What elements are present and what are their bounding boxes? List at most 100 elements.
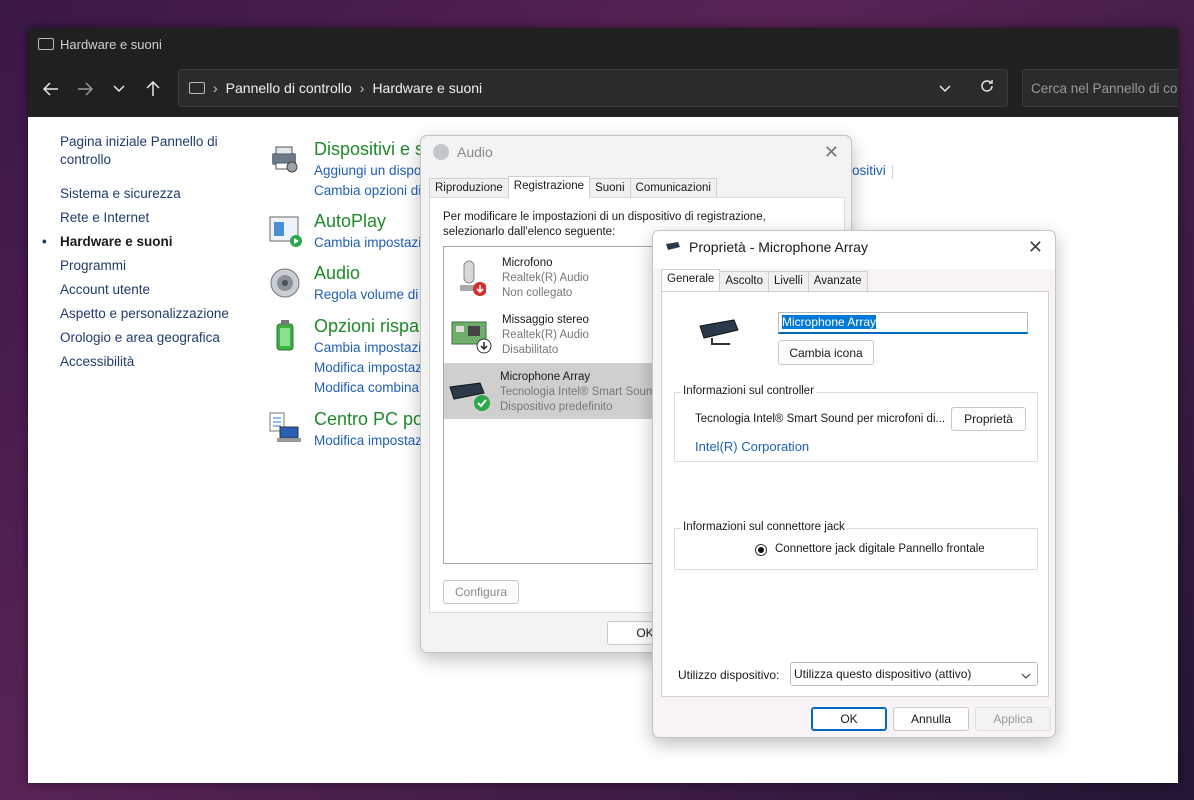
device-driver: Realtek(R) Audio (502, 272, 589, 284)
chevron-down-icon[interactable] (102, 72, 136, 106)
list-item-selected[interactable]: Microphone Array Tecnologia Intel® Smart… (444, 363, 662, 419)
autoplay-icon (268, 213, 302, 247)
properties-tabs: Generale Ascolto Livelli Avanzate (653, 269, 868, 291)
device-name: Missaggio stereo (502, 314, 589, 326)
jack-group-label: Informazioni sul connettore jack (681, 521, 847, 533)
sidebar-item-network[interactable]: Rete e Internet (60, 209, 240, 227)
category-link[interactable]: ositivi (852, 163, 886, 178)
webcam-icon (448, 375, 492, 415)
audio-tabs: Riproduzione Registrazione Suoni Comunic… (421, 176, 851, 198)
sound-card-icon (450, 316, 494, 356)
chevron-right-icon: › (213, 80, 218, 96)
tab-recording[interactable]: Registrazione (507, 176, 591, 198)
manufacturer-link[interactable]: Intel(R) Corporation (695, 439, 809, 454)
sidebar-item-system[interactable]: Sistema e sicurezza (60, 185, 240, 203)
category-link[interactable]: Modifica combina (314, 380, 419, 395)
arrow-right-icon[interactable] (68, 72, 102, 106)
arrow-left-icon[interactable] (34, 72, 68, 106)
category-link[interactable]: Aggiungi un dispo (314, 163, 421, 178)
list-item[interactable]: Microfono Realtek(R) Audio Non collegato (446, 249, 666, 305)
webcam-icon (698, 318, 742, 351)
device-status: Dispositivo predefinito (500, 401, 613, 413)
webcam-icon (665, 239, 681, 255)
properties-button[interactable]: Proprietà (951, 407, 1026, 431)
cancel-button[interactable]: Annulla (893, 707, 969, 731)
sidebar-item-home[interactable]: Pagina iniziale Pannello di controllo (60, 133, 240, 169)
device-list[interactable]: Microfono Realtek(R) Audio Non collegato… (443, 246, 663, 564)
category-link[interactable]: Cambia opzioni di (314, 183, 421, 198)
device-name-value: Microphone Array (782, 315, 877, 329)
tab-playback[interactable]: Riproduzione (429, 178, 509, 198)
speaker-icon (268, 265, 302, 299)
category-link[interactable]: Modifica impostaz (314, 360, 422, 375)
properties-title-bar: Proprietà - Microphone Array ✕ (653, 231, 1055, 263)
configure-button[interactable]: Configura (443, 580, 519, 604)
close-icon[interactable]: ✕ (1028, 237, 1043, 258)
device-name: Microfono (502, 257, 553, 269)
tab-sounds[interactable]: Suoni (589, 178, 631, 198)
close-icon[interactable]: ✕ (824, 142, 839, 163)
controller-group: Informazioni sul controller Tecnologia I… (674, 385, 1038, 462)
controller-group-label: Informazioni sul controller (681, 385, 817, 397)
battery-icon (268, 318, 302, 352)
tab-advanced[interactable]: Avanzate (807, 271, 868, 291)
chevron-right-icon: › (359, 80, 365, 96)
device-status: Disabilitato (502, 344, 559, 356)
category-link[interactable]: Modifica impostaz (314, 433, 422, 448)
breadcrumb-control-panel[interactable]: Pannello di controllo (226, 80, 352, 96)
refresh-icon[interactable] (979, 78, 995, 97)
device-name-input[interactable]: Microphone Array (778, 312, 1028, 334)
device-name: Microphone Array (500, 371, 591, 383)
sidebar-item-accounts[interactable]: Account utente (60, 281, 240, 299)
speaker-icon (433, 144, 449, 160)
link-separator (892, 165, 893, 179)
title-bar: Hardware e suoni (28, 28, 1178, 60)
tab-listen[interactable]: Ascolto (719, 271, 770, 291)
jack-group: Informazioni sul connettore jack Connett… (674, 521, 1038, 570)
tab-levels[interactable]: Livelli (768, 271, 809, 291)
sidebar-item-hardware[interactable]: Hardware e suoni (42, 233, 240, 251)
category-link[interactable]: Regola volume di (314, 287, 418, 302)
control-panel-icon (189, 82, 205, 94)
sidebar: Pagina iniziale Pannello di controllo Si… (42, 133, 240, 377)
address-bar[interactable]: › Pannello di controllo › Hardware e suo… (178, 69, 1008, 107)
sidebar-item-clock[interactable]: Orologio e area geografica (60, 329, 240, 347)
chevron-down-icon (1021, 669, 1031, 683)
sidebar-item-programs[interactable]: Programmi (60, 257, 240, 275)
device-driver: Tecnologia Intel® Smart Sound (500, 386, 659, 398)
category-link[interactable]: Cambia impostazi (314, 235, 421, 250)
controller-name: Tecnologia Intel® Smart Sound per microf… (695, 413, 946, 425)
usage-value: Utilizza questo dispositivo (attivo) (794, 667, 972, 681)
general-panel: Microphone Array Cambia icona Informazio… (661, 291, 1049, 697)
list-item[interactable]: Missaggio stereo Realtek(R) Audio Disabi… (446, 306, 666, 362)
window-title: Hardware e suoni (60, 36, 162, 52)
ok-button[interactable]: OK (811, 707, 887, 731)
search-input[interactable]: Cerca nel Pannello di controllo (1022, 69, 1178, 107)
jack-info: Connettore jack digitale Pannello fronta… (775, 543, 985, 555)
properties-dialog: Proprietà - Microphone Array ✕ Generale … (652, 230, 1056, 738)
usage-label: Utilizzo dispositivo: (678, 668, 780, 682)
category-title[interactable]: Centro PC por (314, 409, 429, 430)
category-title[interactable]: AutoPlay (314, 211, 386, 232)
usage-select[interactable]: Utilizza questo dispositivo (attivo) (790, 662, 1038, 686)
printer-icon (268, 141, 302, 175)
device-status: Non collegato (502, 287, 573, 299)
audio-dialog-title-bar: Audio ✕ (421, 136, 851, 168)
tab-communications[interactable]: Comunicazioni (629, 178, 717, 198)
breadcrumb-hardware[interactable]: Hardware e suoni (372, 80, 482, 96)
sidebar-item-appearance[interactable]: Aspetto e personalizzazione (60, 305, 240, 323)
sidebar-item-accessibility[interactable]: Accessibilità (60, 353, 240, 371)
arrow-up-icon[interactable] (136, 72, 170, 106)
device-driver: Realtek(R) Audio (502, 329, 589, 341)
laptop-icon (268, 411, 302, 445)
chevron-down-icon[interactable] (939, 80, 951, 96)
category-link[interactable]: Cambia impostazi (314, 340, 421, 355)
category-title[interactable]: Dispositivi e st (314, 139, 429, 160)
category-title[interactable]: Audio (314, 263, 360, 284)
change-icon-button[interactable]: Cambia icona (778, 340, 874, 365)
control-panel-icon (38, 38, 54, 50)
microphone-icon (456, 259, 487, 299)
apply-button[interactable]: Applica (975, 707, 1051, 731)
tab-general[interactable]: Generale (661, 269, 721, 291)
category-title[interactable]: Opzioni rispar (314, 316, 425, 337)
